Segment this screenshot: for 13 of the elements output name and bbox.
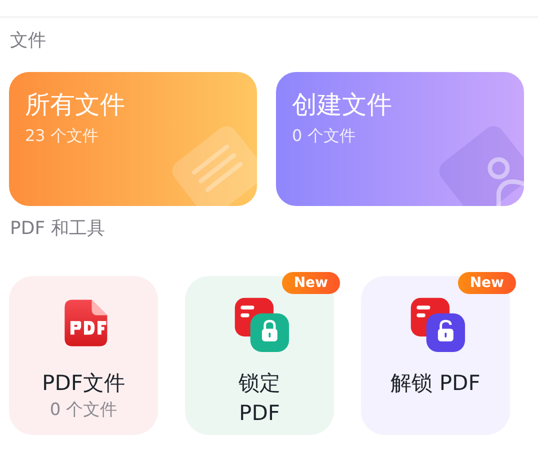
tool-subtitle: 0 个文件 xyxy=(50,399,118,421)
card-title: 所有文件 xyxy=(25,89,126,121)
new-badge: New xyxy=(282,272,340,294)
tool-label: PDF文件 xyxy=(42,370,125,397)
card-subtitle: 0 个文件 xyxy=(292,126,356,147)
new-badge: New xyxy=(458,272,516,294)
section-title: PDF 和工具 xyxy=(9,217,106,241)
tool-card[interactable]: PDF文件 0 个文件 xyxy=(9,276,158,435)
card-subtitle: 23 个文件 xyxy=(25,126,100,147)
tool-label: 锁定 PDF xyxy=(238,370,280,427)
tool-label: 解锁 PDF xyxy=(390,370,480,397)
section-title: 文件 xyxy=(9,29,47,53)
card-title: 创建文件 xyxy=(292,89,393,121)
